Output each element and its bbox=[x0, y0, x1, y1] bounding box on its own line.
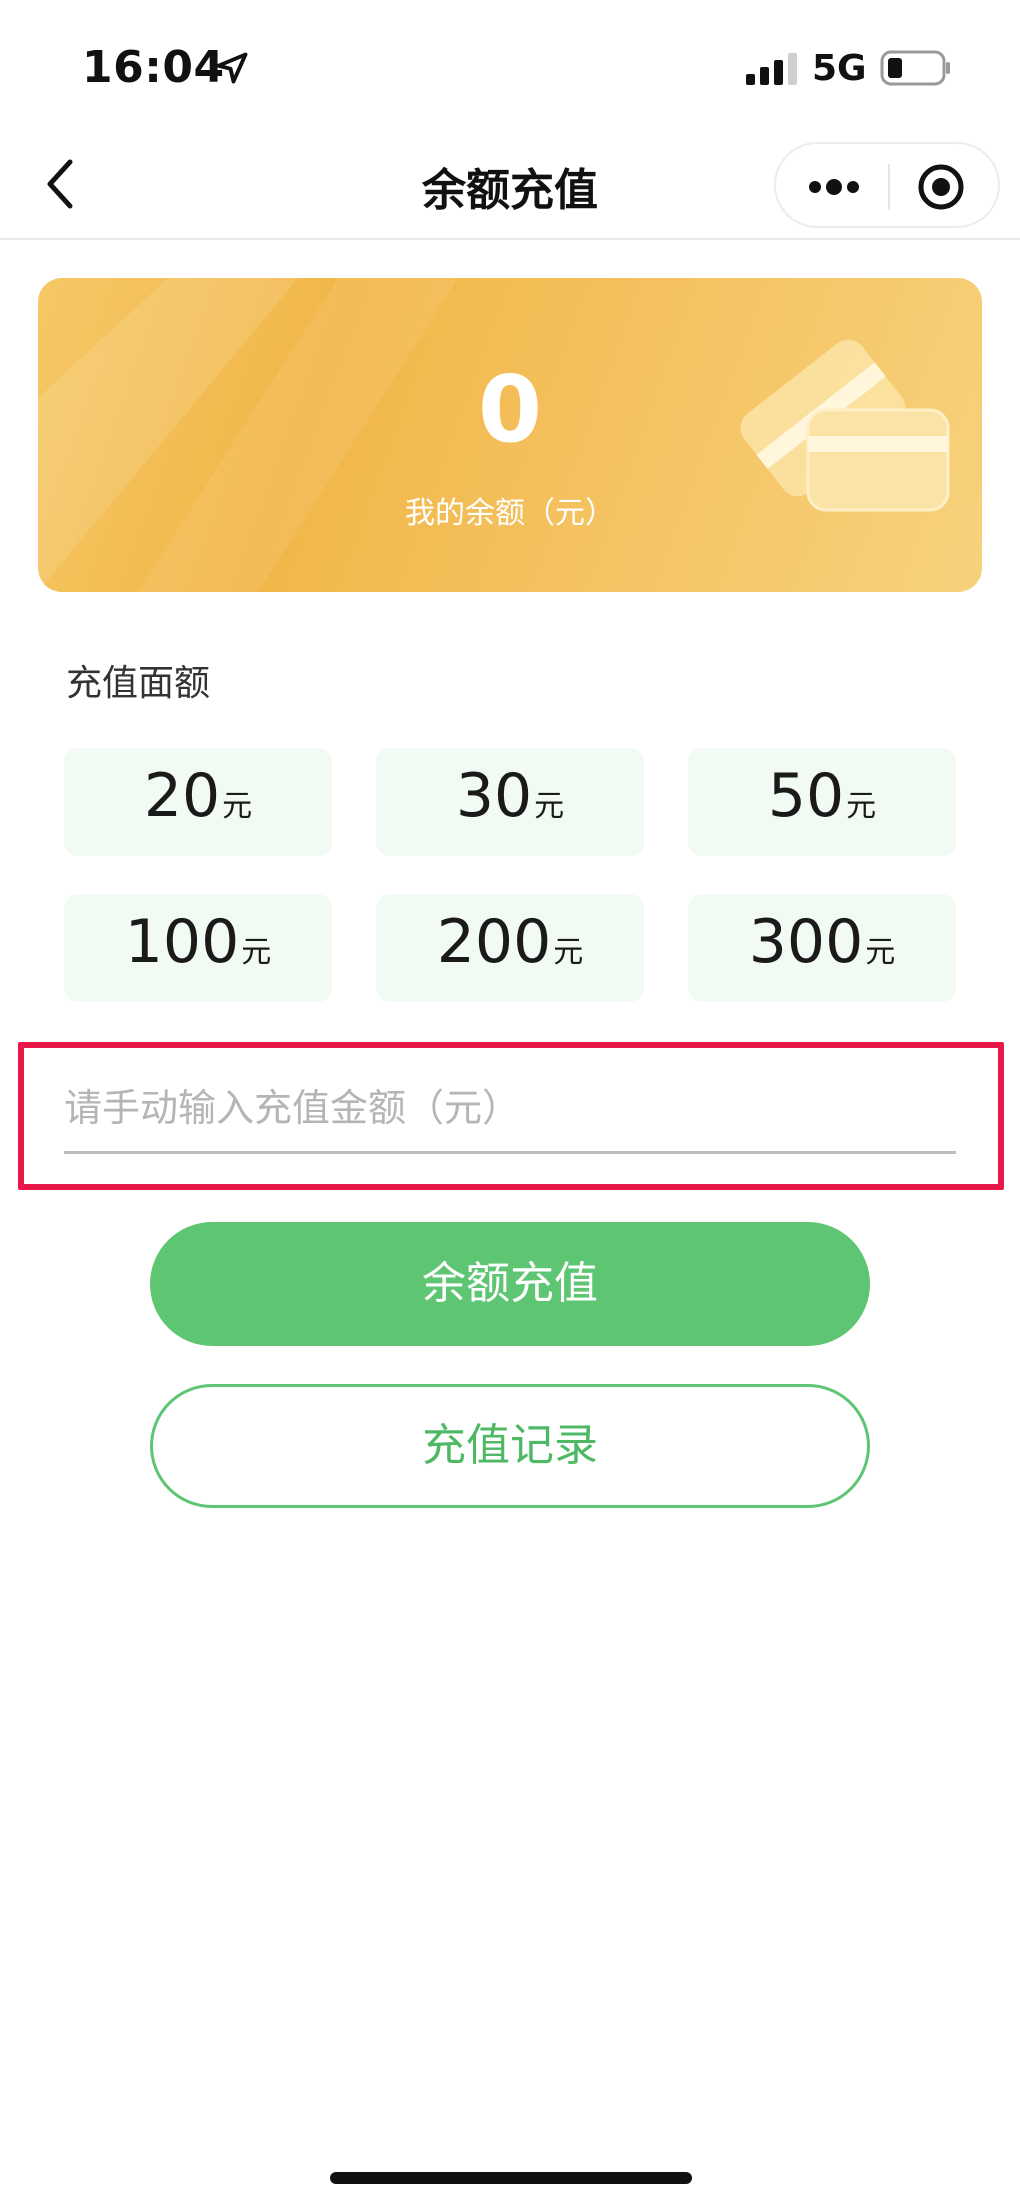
home-indicator bbox=[330, 2172, 692, 2184]
amount-unit: 元 bbox=[846, 789, 877, 824]
amount-option[interactable]: 20 元 bbox=[64, 748, 332, 856]
amount-unit: 元 bbox=[241, 935, 272, 970]
page: 16:04 5G 余额充值 0 我的余额（元） 充值面额 20 元 30 元 5… bbox=[0, 0, 1020, 2208]
amount-value: 300 bbox=[748, 907, 864, 977]
amount-option[interactable]: 100 元 bbox=[64, 894, 332, 1002]
manual-amount-input[interactable] bbox=[64, 1064, 956, 1154]
amount-option[interactable]: 50 元 bbox=[688, 748, 956, 856]
amount-unit: 元 bbox=[865, 935, 896, 970]
amount-option[interactable]: 30 元 bbox=[376, 748, 644, 856]
recharge-records-button[interactable]: 充值记录 bbox=[150, 1384, 870, 1508]
status-time: 16:04 bbox=[82, 42, 225, 93]
more-icon[interactable] bbox=[806, 174, 862, 200]
network-label: 5G bbox=[812, 48, 867, 89]
recharge-button[interactable]: 余额充值 bbox=[150, 1222, 870, 1346]
amount-option[interactable]: 300 元 bbox=[688, 894, 956, 1002]
amount-option[interactable]: 200 元 bbox=[376, 894, 644, 1002]
location-arrow-icon bbox=[216, 52, 248, 84]
status-bar: 16:04 5G bbox=[0, 0, 1020, 130]
menu-capsule bbox=[774, 142, 1000, 228]
amount-value: 100 bbox=[124, 907, 240, 977]
signal-icon bbox=[746, 53, 797, 85]
amount-unit: 元 bbox=[534, 789, 565, 824]
amount-unit: 元 bbox=[553, 935, 584, 970]
capsule-divider bbox=[888, 164, 890, 210]
nav-bar: 余额充值 bbox=[0, 130, 1020, 240]
battery-icon bbox=[880, 50, 950, 86]
amount-value: 50 bbox=[767, 761, 845, 831]
amount-value: 20 bbox=[143, 761, 221, 831]
section-title: 充值面额 bbox=[66, 663, 211, 704]
target-icon[interactable] bbox=[916, 162, 966, 212]
balance-card: 0 我的余额（元） bbox=[38, 278, 982, 592]
wallet-cards-icon bbox=[740, 339, 950, 512]
amount-unit: 元 bbox=[222, 789, 253, 824]
amount-value: 30 bbox=[455, 761, 533, 831]
amount-value: 200 bbox=[436, 907, 552, 977]
